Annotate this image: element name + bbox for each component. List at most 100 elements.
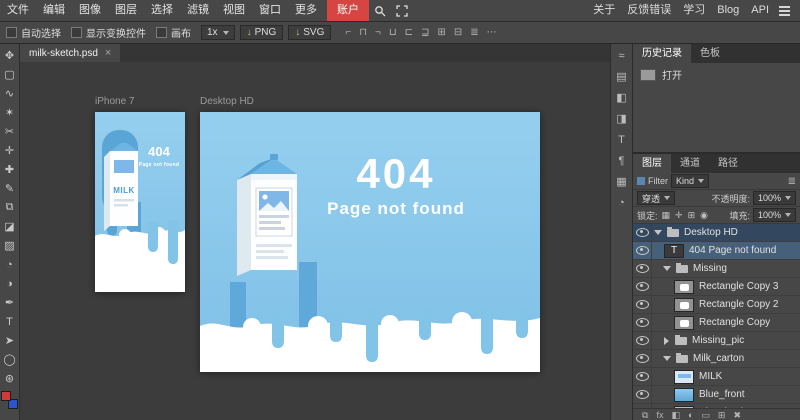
menu-more[interactable]: 更多 xyxy=(288,0,324,21)
menu-blog[interactable]: Blog xyxy=(711,0,745,21)
lock-transparency-icon[interactable]: ▦ xyxy=(661,210,672,221)
pen-tool[interactable]: ✒ xyxy=(1,293,19,312)
color-swatches[interactable] xyxy=(1,391,19,411)
menu-report-bug[interactable]: 反馈错误 xyxy=(621,0,677,21)
layer-row-missing-pic[interactable]: Missing_pic xyxy=(633,332,800,350)
delete-layer-icon[interactable]: ✖ xyxy=(733,411,741,420)
visibility-toggle[interactable] xyxy=(633,296,652,313)
menu-layer[interactable]: 图层 xyxy=(108,0,144,21)
tab-paths[interactable]: 路径 xyxy=(709,154,747,173)
layer-row-blue-front[interactable]: Blue_front xyxy=(633,386,800,404)
auto-select-checkbox[interactable]: 自动选择 xyxy=(6,25,61,40)
menu-api[interactable]: API xyxy=(745,0,775,21)
crop-tool[interactable]: ✂ xyxy=(1,122,19,141)
artboard-label-desktop[interactable]: Desktop HD xyxy=(200,96,254,107)
lasso-tool[interactable]: ∿ xyxy=(1,84,19,103)
canvas-area[interactable]: iPhone 7 Desktop HD xyxy=(20,62,610,420)
fullscreen-button[interactable] xyxy=(391,0,413,21)
visibility-toggle[interactable] xyxy=(633,332,652,349)
menu-learn[interactable]: 学习 xyxy=(677,0,711,21)
layer-row-milk-carton[interactable]: Milk_carton xyxy=(633,350,800,368)
tab-channels[interactable]: 通道 xyxy=(671,154,709,173)
transform-controls-checkbox[interactable]: 显示变换控件 xyxy=(71,25,146,40)
collapsed-caret-icon[interactable] xyxy=(664,337,669,345)
new-layer-icon[interactable]: ⊞ xyxy=(718,411,726,420)
collapsed-panel-icon[interactable]: ▦ xyxy=(616,177,626,188)
expand-caret-icon[interactable] xyxy=(654,230,662,235)
collapsed-panel-icon[interactable]: ▤ xyxy=(616,72,626,83)
layer-row-rectangle-copy[interactable]: Rectangle Copy xyxy=(633,314,800,332)
menu-view[interactable]: 视图 xyxy=(216,0,252,21)
align-icon[interactable]: ¬ xyxy=(372,27,384,38)
eyedropper-tool[interactable]: ✛ xyxy=(1,141,19,160)
layer-row-404-text[interactable]: T 404 Page not found xyxy=(633,242,800,260)
visibility-toggle[interactable] xyxy=(633,350,652,367)
menu-filter[interactable]: 滤镜 xyxy=(180,0,216,21)
add-mask-icon[interactable]: ◧ xyxy=(671,411,680,420)
menu-file[interactable]: 文件 xyxy=(0,0,36,21)
tab-layers[interactable]: 图层 xyxy=(633,154,671,173)
visibility-toggle[interactable] xyxy=(633,242,652,259)
layer-row-desktop-hd[interactable]: Desktop HD xyxy=(633,224,800,242)
dodge-tool[interactable]: ◑ xyxy=(1,274,19,293)
clone-tool[interactable]: ⧉ xyxy=(1,198,19,217)
align-icon[interactable]: ⊔ xyxy=(386,27,400,38)
align-icon[interactable]: ⊏ xyxy=(402,27,416,38)
account-button[interactable]: 账户 xyxy=(327,0,369,21)
menu-about[interactable]: 关于 xyxy=(587,0,621,21)
document-tab[interactable]: milk-sketch.psd × xyxy=(20,44,120,62)
menu-edit[interactable]: 编辑 xyxy=(36,0,72,21)
blur-tool[interactable]: ◔ xyxy=(1,255,19,274)
artboard-label-iphone[interactable]: iPhone 7 xyxy=(95,96,134,107)
lock-position-icon[interactable]: ✛ xyxy=(674,210,684,221)
canvas-checkbox[interactable]: 画布 xyxy=(156,25,191,40)
gradient-tool[interactable]: ▨ xyxy=(1,236,19,255)
collapsed-panel-icon[interactable]: ◧ xyxy=(616,93,626,104)
layer-row-rectangle-copy-2[interactable]: Rectangle Copy 2 xyxy=(633,296,800,314)
path-select-tool[interactable]: ➤ xyxy=(1,331,19,350)
fill-select[interactable]: 100% xyxy=(753,208,796,222)
visibility-toggle[interactable] xyxy=(633,224,652,241)
marquee-tool[interactable]: ▢ xyxy=(1,65,19,84)
menu-image[interactable]: 图像 xyxy=(72,0,108,21)
lock-all-icon[interactable]: ◉ xyxy=(699,210,709,221)
tab-swatches[interactable]: 色板 xyxy=(691,44,729,63)
filter-kind-select[interactable]: Kind xyxy=(671,174,709,188)
collapsed-panel-icon[interactable]: ≈ xyxy=(618,51,624,62)
artboard-iphone-7[interactable]: MILK 404 Page not found xyxy=(95,112,185,292)
move-tool[interactable]: ✥ xyxy=(1,46,19,65)
visibility-toggle[interactable] xyxy=(633,260,652,277)
visibility-toggle[interactable] xyxy=(633,404,652,408)
menu-window[interactable]: 窗口 xyxy=(252,0,288,21)
layer-row-milk[interactable]: MILK xyxy=(633,368,800,386)
collapsed-panel-icon[interactable]: ◔ xyxy=(618,198,625,209)
visibility-toggle[interactable] xyxy=(633,278,652,295)
blend-mode-select[interactable]: 穿透 xyxy=(637,191,675,205)
panel-menu-icon[interactable]: ≣ xyxy=(788,176,796,187)
eraser-tool[interactable]: ◪ xyxy=(1,217,19,236)
character-panel-icon[interactable]: T xyxy=(618,135,625,146)
adjustment-layer-icon[interactable]: ◐ xyxy=(688,411,693,420)
expand-caret-icon[interactable] xyxy=(663,356,671,361)
visibility-toggle[interactable] xyxy=(633,386,652,403)
brush-tool[interactable]: ✎ xyxy=(1,179,19,198)
layer-row-missing[interactable]: Missing xyxy=(633,260,800,278)
tab-history[interactable]: 历史记录 xyxy=(633,44,691,63)
align-icon[interactable]: ⊞ xyxy=(434,27,448,38)
align-icon[interactable]: ⊓ xyxy=(356,27,370,38)
zoom-tool[interactable]: ⊛ xyxy=(1,369,19,388)
pixel-ratio-select[interactable]: 1x xyxy=(201,25,235,40)
collapsed-panel-icon[interactable]: ◨ xyxy=(616,114,626,125)
hamburger-icon[interactable] xyxy=(779,6,790,16)
align-icon[interactable]: ⋯ xyxy=(484,27,500,38)
shape-tool[interactable]: ◯ xyxy=(1,350,19,369)
layer-effects-icon[interactable]: fx xyxy=(656,411,663,420)
link-layers-icon[interactable]: ⧉ xyxy=(642,411,648,420)
export-svg-button[interactable]: ↓ SVG xyxy=(288,25,331,40)
export-png-button[interactable]: ↓ PNG xyxy=(240,25,284,40)
lock-artboard-icon[interactable]: ⊞ xyxy=(687,210,697,221)
opacity-select[interactable]: 100% xyxy=(753,191,796,205)
artboard-desktop-hd[interactable]: 404 Page not found xyxy=(200,112,540,372)
magic-wand-tool[interactable]: ✶ xyxy=(1,103,19,122)
align-icon[interactable]: ⊒ xyxy=(418,27,432,38)
